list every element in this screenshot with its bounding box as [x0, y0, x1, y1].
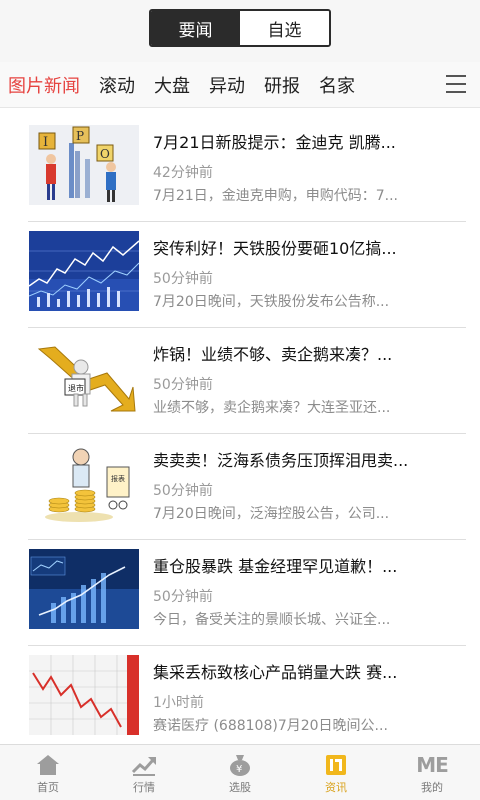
tab-mine[interactable]: ME 我的 — [384, 745, 480, 800]
news-time: 50分钟前 — [153, 271, 213, 287]
svg-text:报表: 报表 — [111, 474, 125, 483]
news-time: 50分钟前 — [153, 377, 213, 393]
news-item[interactable]: 报表 卖卖卖！泛海系债务压顶挥泪甩卖... 50分钟前 7月20日晚间，泛海控股… — [0, 434, 480, 540]
category-bar: 图片新闻 滚动 大盘 异动 研报 名家 — [0, 62, 480, 108]
segmented-control: 要闻 自选 — [149, 9, 331, 47]
tab-label: 资讯 — [325, 781, 347, 794]
delisting-arrow-image: 退市 — [29, 337, 139, 417]
category-market[interactable]: 大盘 — [154, 72, 190, 98]
tab-headlines[interactable]: 要闻 — [151, 11, 240, 45]
ipo-figures-image: I P O — [29, 125, 139, 205]
me-icon-text: ME — [416, 753, 449, 777]
news-summary: 7月20日晚间，泛海控股公告，公司... — [153, 506, 390, 522]
me-icon: ME — [416, 752, 449, 778]
menu-icon[interactable] — [446, 75, 466, 95]
home-icon — [35, 752, 61, 778]
news-title[interactable]: 集采丢标致核心产品销量大跌 赛... — [153, 659, 453, 683]
news-item[interactable]: 集采丢标致核心产品销量大跌 赛... 1小时前 赛诺医疗 (688108)7月2… — [0, 646, 480, 752]
blue-graph-image — [29, 549, 139, 629]
news-icon — [323, 752, 349, 778]
news-title[interactable]: 7月21日新股提示：金迪克 凯腾... — [153, 129, 453, 153]
coins-cartoon-image: 报表 — [29, 443, 139, 523]
news-time: 50分钟前 — [153, 483, 213, 499]
svg-text:I: I — [43, 135, 48, 150]
news-title[interactable]: 卖卖卖！泛海系债务压顶挥泪甩卖... — [153, 447, 453, 471]
category-rolling[interactable]: 滚动 — [99, 72, 135, 98]
news-title[interactable]: 突传利好！天铁股份要砸10亿搞... — [153, 235, 453, 259]
trend-icon — [131, 752, 157, 778]
news-summary: 赛诺医疗 (688108)7月20日晚间公... — [153, 718, 388, 734]
news-item[interactable]: 突传利好！天铁股份要砸10亿搞... 50分钟前 7月20日晚间，天铁股份发布公… — [0, 222, 480, 328]
svg-text:P: P — [76, 129, 84, 143]
tab-label: 行情 — [133, 781, 155, 794]
tab-label: 我的 — [421, 781, 443, 794]
tab-news[interactable]: 资讯 — [288, 745, 384, 800]
news-item[interactable]: 退市 炸锅！业绩不够、卖企鹅来凑？... 50分钟前 业绩不够，卖企鹅来凑？大连… — [0, 328, 480, 434]
tab-watchlist[interactable]: 自选 — [240, 11, 329, 45]
news-summary: 业绩不够，卖企鹅来凑？大连圣亚还... — [153, 400, 391, 416]
money-bag-icon: ¥ — [227, 752, 253, 778]
news-list: I P O 7月21日新股提示：金迪克 凯腾... 42分钟前 7月21日，金迪… — [0, 116, 480, 752]
news-summary: 今日，备受关注的景顺长城、兴证全... — [153, 612, 391, 628]
stock-chart-image — [29, 231, 139, 311]
news-summary: 7月20日晚间，天铁股份发布公告称... — [153, 294, 390, 310]
tab-quotes[interactable]: 行情 — [96, 745, 192, 800]
news-summary: 7月21日，金迪克申购，申购代码：7... — [153, 188, 398, 204]
top-bar: 要闻 自选 — [0, 0, 480, 62]
news-time: 50分钟前 — [153, 589, 213, 605]
svg-text:O: O — [100, 147, 110, 161]
bottom-tab-bar: 首页 行情 ¥ 选股 资讯 ME 我的 — [0, 744, 480, 800]
news-item[interactable]: 重仓股暴跌 基金经理罕见道歉！... 50分钟前 今日，备受关注的景顺长城、兴证… — [0, 540, 480, 646]
falling-line-image — [29, 655, 139, 735]
tab-label: 首页 — [37, 781, 59, 794]
category-experts[interactable]: 名家 — [319, 72, 355, 98]
tab-stock-picker[interactable]: ¥ 选股 — [192, 745, 288, 800]
svg-text:退市: 退市 — [68, 383, 84, 393]
category-photo-news[interactable]: 图片新闻 — [8, 72, 80, 98]
category-movers[interactable]: 异动 — [209, 72, 245, 98]
tab-label: 选股 — [229, 781, 251, 794]
svg-text:¥: ¥ — [236, 764, 242, 775]
news-title[interactable]: 重仓股暴跌 基金经理罕见道歉！... — [153, 553, 453, 577]
news-title[interactable]: 炸锅！业绩不够、卖企鹅来凑？... — [153, 341, 453, 365]
category-research[interactable]: 研报 — [264, 72, 300, 98]
tab-home[interactable]: 首页 — [0, 745, 96, 800]
news-time: 1小时前 — [153, 695, 204, 711]
news-item[interactable]: I P O 7月21日新股提示：金迪克 凯腾... 42分钟前 7月21日，金迪… — [0, 116, 480, 222]
news-time: 42分钟前 — [153, 165, 213, 181]
